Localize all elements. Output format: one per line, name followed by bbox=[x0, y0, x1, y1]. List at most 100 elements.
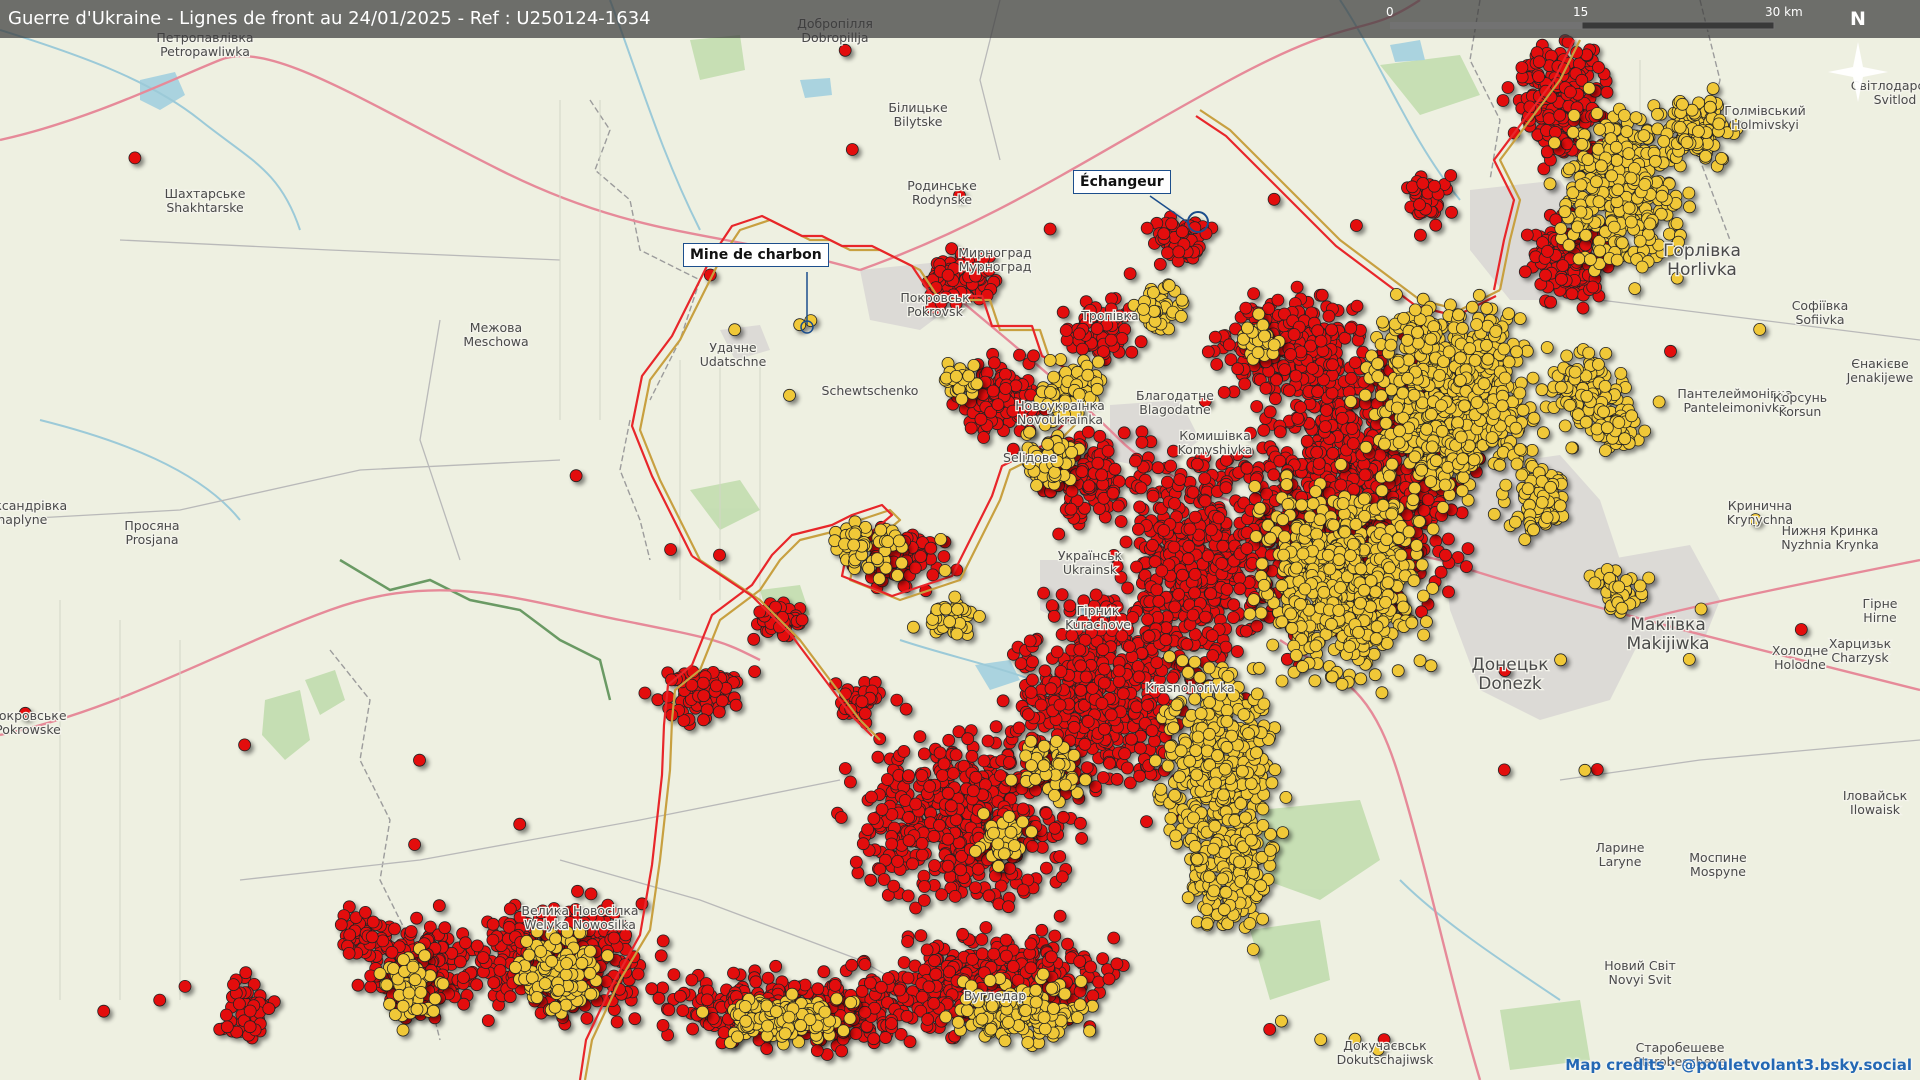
strike-dot bbox=[760, 1042, 774, 1055]
strike-dot bbox=[1273, 425, 1287, 439]
strike-dot bbox=[1096, 952, 1109, 965]
strike-dot bbox=[1576, 301, 1590, 315]
strike-dot bbox=[1312, 457, 1326, 470]
strike-dot bbox=[1024, 686, 1038, 699]
strike-dot bbox=[481, 1014, 495, 1027]
strike-dot bbox=[1080, 761, 1094, 774]
strike-dot bbox=[1055, 588, 1069, 601]
strike-dot bbox=[1219, 481, 1233, 495]
strike-dot bbox=[1311, 385, 1324, 399]
strike-dot bbox=[628, 1012, 642, 1026]
strike-dot bbox=[941, 268, 955, 282]
strike-dot bbox=[1592, 61, 1605, 74]
strike-dot bbox=[1135, 435, 1149, 449]
strike-dot bbox=[1003, 861, 1017, 875]
strike-dot bbox=[977, 431, 990, 444]
strike-dot bbox=[1079, 670, 1093, 684]
strike-dot bbox=[913, 730, 927, 743]
strike-dot bbox=[1204, 587, 1218, 600]
strike-dot bbox=[1134, 741, 1147, 755]
strike-dot bbox=[1025, 840, 1039, 853]
strike-dot bbox=[1155, 564, 1169, 578]
strike-dot bbox=[885, 837, 898, 851]
map-canvas[interactable]: ПетропавлівкаPetropawliwkaДобропілляDobr… bbox=[0, 0, 1920, 1080]
strike-dot bbox=[864, 976, 877, 990]
strike-dot bbox=[885, 1017, 898, 1030]
strike-dot bbox=[1119, 535, 1133, 549]
strike-dot bbox=[1110, 772, 1124, 786]
strike-dot bbox=[1250, 400, 1264, 413]
strike-dot bbox=[1108, 462, 1122, 476]
strike-dot bbox=[1074, 683, 1088, 697]
strike-dot bbox=[1065, 484, 1079, 498]
strike-dot bbox=[607, 931, 621, 945]
strike-dot bbox=[1515, 61, 1529, 74]
strike-dot bbox=[1231, 645, 1244, 658]
strike-dot bbox=[1117, 426, 1131, 440]
strike-dot bbox=[1064, 502, 1078, 516]
strike-dot bbox=[1104, 708, 1118, 722]
strike-dot bbox=[909, 797, 923, 811]
strike-dot bbox=[1039, 806, 1053, 820]
strike-dot bbox=[856, 837, 870, 851]
strike-dot bbox=[903, 1035, 917, 1049]
strike-dot bbox=[1146, 538, 1159, 552]
strike-dot bbox=[858, 958, 872, 971]
strike-dot bbox=[769, 959, 783, 973]
strike-dot bbox=[1227, 598, 1241, 612]
strike-dot bbox=[844, 775, 857, 789]
strike-dot bbox=[1290, 280, 1304, 294]
strike-dot bbox=[1565, 287, 1579, 301]
strike-dot bbox=[941, 786, 955, 800]
strike-dot bbox=[1344, 321, 1358, 335]
strike-dot bbox=[918, 963, 931, 977]
strike-dot bbox=[662, 1003, 676, 1017]
strike-dot bbox=[858, 1005, 872, 1019]
strike-dot bbox=[1434, 565, 1448, 579]
strike-dot bbox=[1215, 557, 1229, 570]
strike-dot bbox=[908, 561, 922, 575]
strike-dot bbox=[927, 830, 941, 843]
strike-dot bbox=[1181, 552, 1195, 566]
strike-dot bbox=[1078, 737, 1092, 751]
strike-dot bbox=[1130, 560, 1143, 574]
strike-dot bbox=[1098, 722, 1111, 736]
strike-dot bbox=[933, 746, 947, 760]
strike-dot bbox=[696, 676, 710, 690]
strike-dot bbox=[1250, 619, 1264, 633]
strike-dot bbox=[929, 967, 943, 981]
strike-dot bbox=[1206, 649, 1220, 662]
strike-dot bbox=[685, 973, 699, 987]
strike-dot bbox=[1133, 500, 1146, 514]
strike-dot bbox=[1190, 457, 1204, 471]
strike-dot bbox=[697, 713, 710, 727]
strike-dot bbox=[1102, 972, 1116, 986]
strike-dot bbox=[845, 958, 859, 972]
strike-dot bbox=[1198, 494, 1212, 508]
strike-dot bbox=[676, 1004, 690, 1017]
strike-dot bbox=[1048, 929, 1062, 943]
strike-dot bbox=[924, 541, 938, 555]
strike-dot bbox=[1325, 323, 1338, 337]
strike-dot bbox=[1050, 645, 1064, 659]
strike-dot bbox=[1239, 624, 1253, 638]
strike-dot bbox=[1240, 461, 1254, 475]
strike-dot bbox=[700, 993, 714, 1007]
strike-dot bbox=[1096, 643, 1110, 657]
strike-dot bbox=[1188, 586, 1201, 600]
strike-dot bbox=[1151, 461, 1165, 475]
strike-dot bbox=[1373, 448, 1387, 462]
strike-dot bbox=[987, 356, 1001, 370]
strike-dot bbox=[1047, 609, 1061, 623]
strike-dot bbox=[1216, 539, 1230, 553]
strike-dot bbox=[1150, 656, 1164, 669]
strike-dot bbox=[1112, 675, 1126, 688]
strike-dot bbox=[874, 980, 888, 994]
strike-dot bbox=[1278, 363, 1292, 377]
strike-dot bbox=[964, 421, 978, 435]
strike-dot bbox=[1263, 405, 1277, 419]
strike-dot bbox=[1269, 392, 1282, 406]
strike-dot bbox=[1188, 510, 1202, 524]
strike-dot bbox=[1093, 429, 1107, 443]
strike-dot bbox=[1564, 85, 1577, 99]
